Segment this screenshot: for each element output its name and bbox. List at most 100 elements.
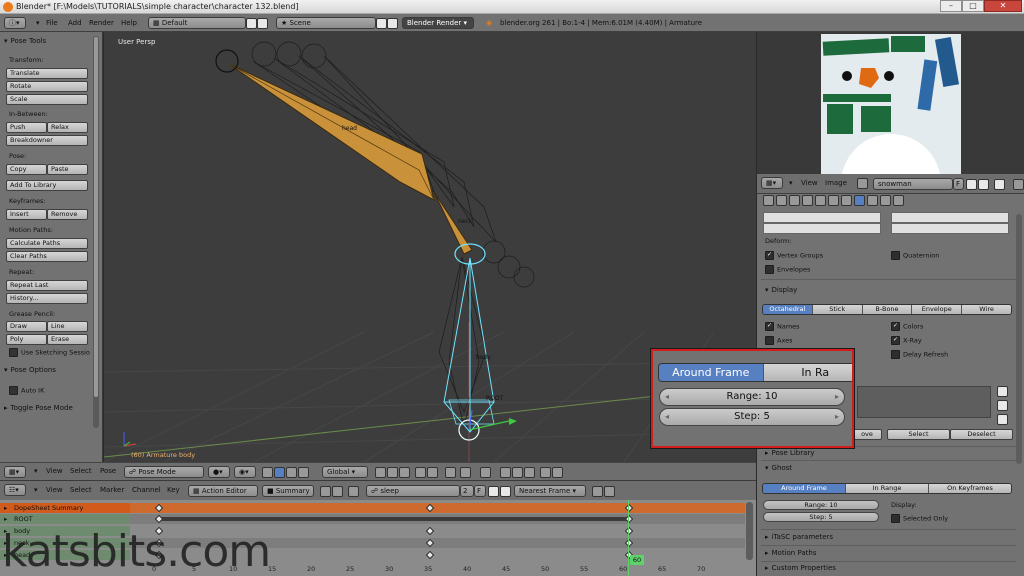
dopesheet-menu-key[interactable]: Key xyxy=(167,486,180,494)
ghost-type-on-keyframes[interactable]: On Keyframes xyxy=(929,484,1011,493)
layers-grid-right[interactable] xyxy=(891,212,1009,223)
dopesheet-menu-view[interactable]: View xyxy=(46,486,63,494)
current-frame-line[interactable] xyxy=(628,500,629,576)
image-fake-user-button[interactable]: F xyxy=(953,178,964,190)
draw-type-selector[interactable]: Octahedral Stick B-Bone Envelope Wire xyxy=(762,304,1012,315)
layer-button-5[interactable] xyxy=(427,467,438,478)
ghost-panel-header[interactable]: Ghost xyxy=(765,464,793,472)
channel-row-root[interactable]: ROOT xyxy=(0,514,745,524)
snap-toggle[interactable] xyxy=(445,467,456,478)
paste-flipped-icon[interactable] xyxy=(524,467,535,478)
bone-constraints-tab-icon[interactable] xyxy=(880,195,891,206)
bone-groups-list[interactable] xyxy=(857,386,991,418)
action-fake-user-button[interactable]: F xyxy=(474,485,486,497)
dopesheet-menu-select[interactable]: Select xyxy=(70,486,92,494)
selected-only-checkbox[interactable]: Selected Only xyxy=(891,514,948,523)
viewport-shading-select[interactable]: ●▾ xyxy=(208,466,230,478)
bone-group-deselect-button[interactable]: Deselect xyxy=(950,429,1013,440)
object-data-tab-icon[interactable] xyxy=(841,195,852,206)
proportional-edit-icon[interactable] xyxy=(480,467,491,478)
current-frame-indicator[interactable]: 60 xyxy=(630,555,644,565)
screen-add-button[interactable] xyxy=(246,18,257,29)
ghost-type-around-frame[interactable]: Around Frame xyxy=(763,484,846,493)
render-tab-icon[interactable] xyxy=(763,195,774,206)
close-button[interactable]: ✕ xyxy=(984,0,1022,12)
maximize-button[interactable]: □ xyxy=(962,0,984,12)
paste-keyframes-icon[interactable] xyxy=(604,486,615,497)
image-browse-icon[interactable] xyxy=(857,178,868,189)
summary-toggle[interactable]: ■ Summary xyxy=(262,485,314,497)
draw-type-octahedral[interactable]: Octahedral xyxy=(763,305,813,314)
layers-grid-left-row2[interactable] xyxy=(763,223,881,234)
dopesheet-scrollbar[interactable] xyxy=(746,502,753,560)
push-button[interactable]: Push xyxy=(6,122,47,133)
display-panel-header[interactable]: Display xyxy=(765,286,798,294)
line-button[interactable]: Line xyxy=(47,321,88,332)
layers-grid-right-row2[interactable] xyxy=(891,223,1009,234)
callout-range-field[interactable]: Range: 10 xyxy=(659,388,845,406)
add-to-library-button[interactable]: Add To Library xyxy=(6,180,88,191)
channel-root[interactable]: ROOT xyxy=(0,514,130,524)
draw-button[interactable]: Draw xyxy=(6,321,47,332)
texture-tab-icon[interactable] xyxy=(893,195,904,206)
constraints-tab-icon[interactable] xyxy=(815,195,826,206)
auto-ik-checkbox[interactable]: Auto IK xyxy=(9,386,44,395)
delay-refresh-checkbox[interactable]: Delay Refresh xyxy=(891,350,948,359)
only-selected-icon[interactable] xyxy=(320,486,331,497)
calculate-paths-button[interactable]: Calculate Paths xyxy=(6,238,88,249)
custom-properties-panel-header[interactable]: Custom Properties xyxy=(765,564,836,572)
image-mode-icon[interactable] xyxy=(1013,179,1024,190)
scene-remove-button[interactable] xyxy=(387,18,398,29)
history-button[interactable]: History... xyxy=(6,293,88,304)
image-editor[interactable] xyxy=(757,32,1024,174)
copy-keyframes-icon[interactable] xyxy=(592,486,603,497)
action-unlink-button[interactable] xyxy=(500,486,511,497)
editor-type-3d-dropdown[interactable]: ▦▾ xyxy=(4,466,26,478)
action-browse-field[interactable]: ☍ sleep xyxy=(366,485,460,497)
channel-summary[interactable]: DopeSheet Summary xyxy=(0,503,130,513)
image-new-button[interactable] xyxy=(966,179,977,190)
translate-button[interactable]: Translate xyxy=(6,68,88,79)
editor-type-image-dropdown[interactable]: ▦▾ xyxy=(761,177,783,189)
bone-tab-icon[interactable] xyxy=(867,195,878,206)
modifiers-tab-icon[interactable] xyxy=(828,195,839,206)
clear-paths-button[interactable]: Clear Paths xyxy=(6,251,88,262)
auto-snap-select[interactable]: Nearest Frame ▾ xyxy=(514,485,586,497)
callout-around-frame[interactable]: Around Frame xyxy=(659,364,764,381)
show-hidden-icon[interactable] xyxy=(332,486,343,497)
menu-render[interactable]: Render xyxy=(89,17,114,29)
editor-type-info-dropdown[interactable]: ⓘ▾ xyxy=(4,17,26,29)
draw-type-bbone[interactable]: B-Bone xyxy=(862,305,913,314)
pose-tools-panel-header[interactable]: Pose Tools xyxy=(4,37,47,45)
view3d-menu-view[interactable]: View xyxy=(46,467,63,475)
remove-keyframe-button[interactable]: Remove xyxy=(47,209,88,220)
ghost-range-field[interactable]: Range: 10 xyxy=(763,500,879,510)
layer-button-1[interactable] xyxy=(375,467,386,478)
toggle-pose-mode-panel-header[interactable]: Toggle Pose Mode xyxy=(4,404,73,412)
layer-button-3[interactable] xyxy=(399,467,410,478)
draw-type-wire[interactable]: Wire xyxy=(962,305,1011,314)
opengl-anim-icon[interactable] xyxy=(552,467,563,478)
view3d-menu-select[interactable]: Select xyxy=(70,467,92,475)
repeat-last-button[interactable]: Repeat Last xyxy=(6,280,88,291)
scale-button[interactable]: Scale xyxy=(6,94,88,105)
copy-pose-button[interactable]: Copy xyxy=(6,164,47,175)
callout-ghost-type-selector[interactable]: Around Frame In Ra xyxy=(658,363,852,382)
tool-shelf-scrollbar[interactable] xyxy=(93,36,99,428)
copy-pose-icon[interactable] xyxy=(500,467,511,478)
draw-type-envelope[interactable]: Envelope xyxy=(912,305,963,314)
scale-manipulator-icon[interactable] xyxy=(298,467,309,478)
layers-grid-left[interactable] xyxy=(763,212,881,223)
poly-button[interactable]: Poly xyxy=(6,334,47,345)
xray-checkbox[interactable]: X-Ray xyxy=(891,336,922,345)
dopesheet-menu-marker[interactable]: Marker xyxy=(100,486,124,494)
screen-layout-select[interactable]: ▦ Default xyxy=(148,17,246,29)
menu-help[interactable]: Help xyxy=(121,17,137,29)
transform-orientation-select[interactable]: Global ▾ xyxy=(322,466,368,478)
menu-file[interactable]: File xyxy=(46,17,58,29)
bone-group-select-button[interactable]: Select xyxy=(887,429,950,440)
scene-add-button[interactable] xyxy=(376,18,387,29)
dopesheet-menu-channel[interactable]: Channel xyxy=(132,486,161,494)
scene-tab-icon[interactable] xyxy=(776,195,787,206)
image-unlink-button[interactable] xyxy=(978,179,989,190)
